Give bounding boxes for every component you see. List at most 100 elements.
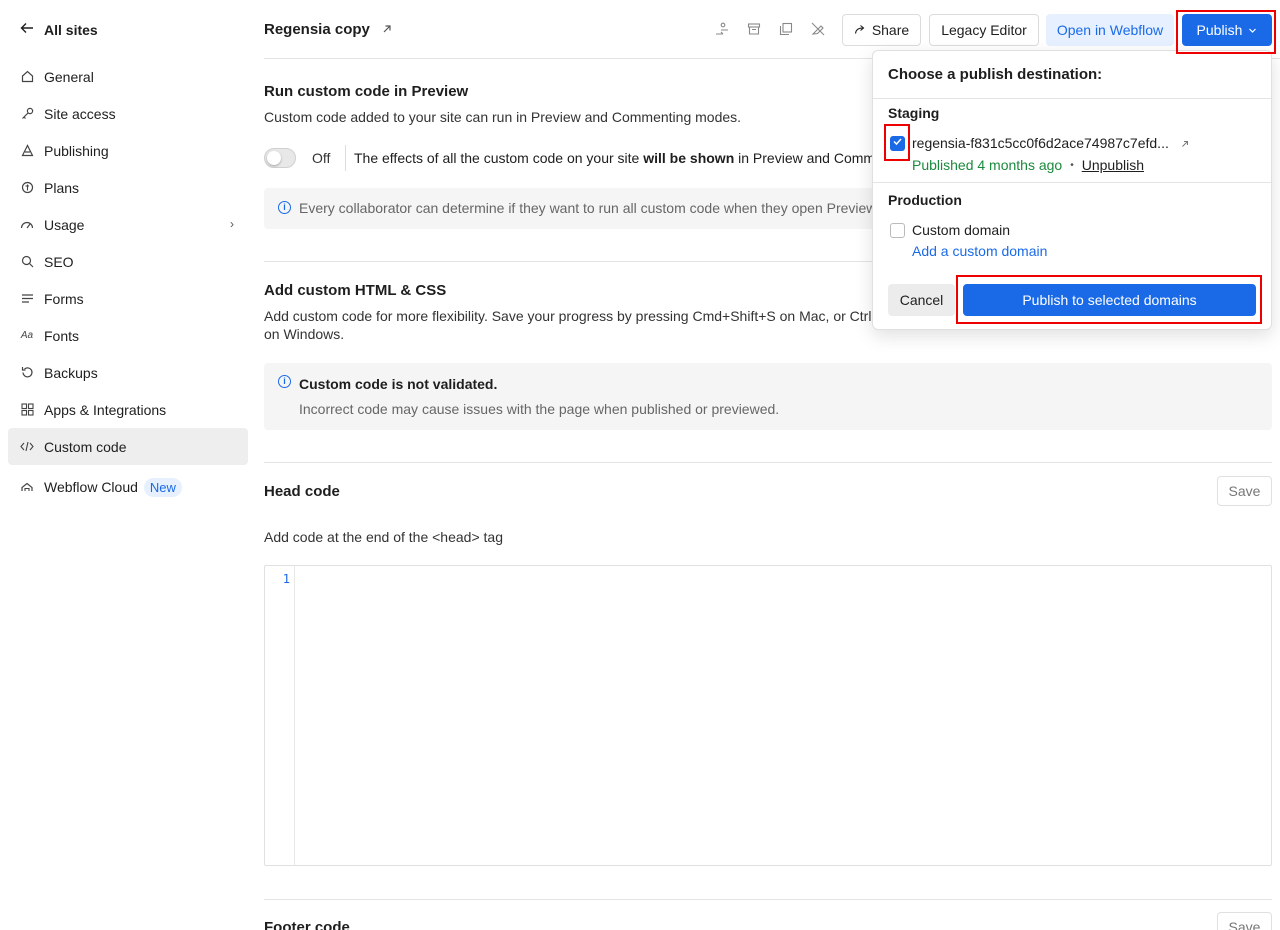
- add-custom-code-title: Add custom HTML & CSS: [264, 282, 447, 299]
- run-custom-code-title: Run custom code in Preview: [264, 83, 469, 100]
- settings-nav: General Site access Publishing Plans Usa…: [8, 58, 248, 507]
- section-divider: [264, 462, 1272, 463]
- sidebar-item-plans[interactable]: Plans: [8, 169, 248, 206]
- run-custom-code-desc: Custom code added to your site can run i…: [264, 109, 742, 125]
- effects-text: The effects of all the custom code on yo…: [354, 150, 883, 166]
- info-icon: i: [278, 375, 291, 388]
- staging-label: Staging: [888, 105, 940, 121]
- publish-destination-popup: Choose a publish destination: Staging re…: [872, 50, 1272, 330]
- sidebar-item-label: Forms: [44, 290, 84, 307]
- legacy-editor-button[interactable]: Legacy Editor: [929, 14, 1039, 46]
- custom-domain-checkbox[interactable]: [890, 223, 905, 238]
- sidebar-item-forms[interactable]: Forms: [8, 280, 248, 317]
- all-sites-label: All sites: [44, 21, 98, 38]
- sidebar-item-label: Backups: [44, 364, 98, 381]
- add-custom-code-desc: Add custom code for more flexibility. Sa…: [264, 308, 880, 324]
- open-in-webflow-button[interactable]: Open in Webflow: [1046, 14, 1174, 46]
- sidebar-item-label: SEO: [44, 253, 74, 270]
- popup-title: Choose a publish destination:: [888, 66, 1103, 83]
- divider: [345, 145, 346, 171]
- sidebar-item-apps-integrations[interactable]: Apps & Integrations: [8, 391, 248, 428]
- validation-warning-box: i Custom code is not validated. Incorrec…: [264, 363, 1272, 430]
- footer-code-save-button[interactable]: Save: [1217, 912, 1272, 930]
- sidebar-item-backups[interactable]: Backups: [8, 354, 248, 391]
- sidebar-item-label: Publishing: [44, 142, 109, 159]
- code-icon: [20, 440, 34, 454]
- unpublish-link[interactable]: Unpublish: [1082, 157, 1144, 173]
- sidebar-item-publishing[interactable]: Publishing: [8, 132, 248, 169]
- key-icon: [20, 107, 34, 121]
- search-icon: [20, 255, 34, 269]
- sidebar-item-webflow-cloud[interactable]: Webflow Cloud New: [8, 467, 248, 507]
- archive-icon[interactable]: [746, 21, 762, 37]
- popup-divider: [873, 182, 1271, 183]
- staging-checkbox[interactable]: [890, 136, 905, 151]
- legacy-editor-label: Legacy Editor: [941, 22, 1027, 38]
- cancel-button[interactable]: Cancel: [888, 284, 955, 316]
- sidebar-item-label: Usage: [44, 216, 85, 233]
- section-divider: [264, 899, 1272, 900]
- production-label: Production: [888, 192, 962, 208]
- apps-icon: [20, 403, 34, 417]
- warning-title: Custom code is not validated.: [299, 376, 498, 392]
- sidebar-item-label: Fonts: [44, 327, 80, 344]
- info-icon: i: [278, 201, 291, 214]
- line-number: 1: [282, 572, 290, 586]
- publish-icon: [20, 144, 34, 158]
- head-code-editor[interactable]: 1: [264, 565, 1272, 866]
- sidebar-item-fonts[interactable]: Aa Fonts: [8, 317, 248, 354]
- share-button[interactable]: Share: [842, 14, 921, 46]
- sidebar-item-seo[interactable]: SEO: [8, 243, 248, 280]
- popup-divider: [873, 98, 1271, 99]
- fonts-icon: Aa: [20, 330, 34, 341]
- history-icon: [20, 366, 34, 380]
- head-code-desc: Add code at the end of the <head> tag: [264, 529, 503, 545]
- external-link-icon[interactable]: [1181, 135, 1189, 151]
- chevron-right-icon: ›: [230, 217, 234, 231]
- sidebar: All sites General Site access Publishing…: [0, 0, 256, 930]
- sidebar-item-label: Custom code: [44, 438, 127, 455]
- warning-desc: Incorrect code may cause issues with the…: [299, 401, 780, 417]
- publish-to-selected-domains-button[interactable]: Publish to selected domains: [963, 284, 1256, 316]
- separator-dot: •: [1070, 159, 1074, 171]
- published-status-text: Published 4 months ago: [912, 157, 1063, 173]
- duplicate-icon[interactable]: [778, 21, 794, 37]
- sidebar-item-label: Apps & Integrations: [44, 401, 167, 418]
- sidebar-item-label: Site access: [44, 105, 116, 122]
- share-icon: [854, 22, 866, 38]
- head-code-title: Head code: [264, 483, 340, 500]
- add-custom-code-desc-cont: on Windows.: [264, 326, 345, 342]
- publish-status: Published 4 months ago • Unpublish: [912, 157, 1144, 173]
- footer-code-title: Footer code: [264, 919, 350, 930]
- transfer-icon[interactable]: [714, 21, 730, 37]
- all-sites-link[interactable]: All sites: [20, 21, 98, 38]
- sidebar-item-label: General: [44, 68, 94, 85]
- publish-button[interactable]: Publish: [1182, 14, 1272, 46]
- site-title-text: Regensia copy: [264, 21, 370, 38]
- add-custom-domain-link[interactable]: Add a custom domain: [912, 243, 1047, 259]
- plans-icon: [20, 181, 34, 195]
- sidebar-item-usage[interactable]: Usage ›: [8, 206, 248, 243]
- sidebar-item-label: Webflow Cloud: [44, 479, 138, 495]
- staging-domain: regensia-f831c5cc0f6d2ace74987c7efd...: [912, 135, 1189, 151]
- open-in-webflow-label: Open in Webflow: [1056, 22, 1164, 38]
- toggle-state-label: Off: [312, 150, 331, 166]
- forms-icon: [20, 292, 34, 306]
- share-label: Share: [871, 22, 910, 38]
- cloud-icon: [20, 480, 34, 494]
- site-title: Regensia copy: [264, 21, 392, 38]
- new-badge: New: [143, 477, 182, 497]
- effects-text-pre: The effects of all the custom code on yo…: [354, 150, 644, 166]
- preview-toggle[interactable]: [264, 148, 296, 168]
- custom-domain-label: Custom domain: [912, 222, 1011, 238]
- chevron-down-icon: [1248, 22, 1257, 38]
- collaborator-info-text: Every collaborator can determine if they…: [299, 200, 877, 216]
- sidebar-item-site-access[interactable]: Site access: [8, 95, 248, 132]
- comments-off-icon[interactable]: [810, 21, 826, 37]
- arrow-left-icon: [20, 21, 34, 38]
- external-link-icon[interactable]: [382, 21, 392, 38]
- sidebar-item-custom-code[interactable]: Custom code: [8, 428, 248, 465]
- head-code-save-button[interactable]: Save: [1217, 476, 1272, 506]
- sidebar-item-general[interactable]: General: [8, 58, 248, 95]
- gauge-icon: [20, 218, 34, 232]
